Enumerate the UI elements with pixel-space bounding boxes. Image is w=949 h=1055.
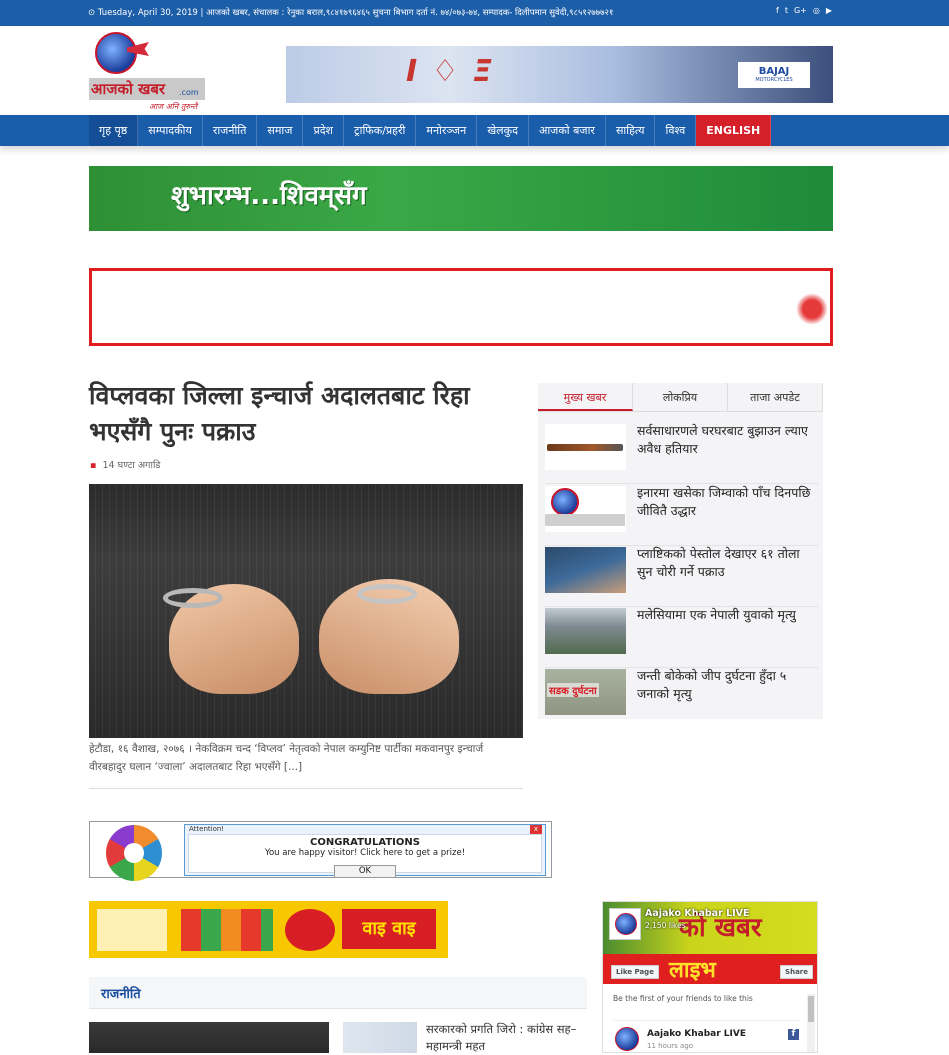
calendar-icon: ▪ <box>90 460 97 471</box>
nav-item-english[interactable]: ENGLISH <box>696 115 772 146</box>
list-item-title[interactable]: प्लाष्टिकको पेस्तोल देखाएर ६१ तोला सुन च… <box>637 545 813 581</box>
facebook-icon[interactable]: f <box>776 6 779 15</box>
globe-icon <box>95 32 137 74</box>
main-headline[interactable]: विप्लवका जिल्ला इन्चार्ज अदालतबाट रिहा भ… <box>89 378 521 450</box>
politics-section-header: राजनीति <box>89 977 587 1009</box>
congrats-dialog: Attention! x CONGRATULATIONS You are hap… <box>184 824 546 878</box>
nav-item-province[interactable]: प्रदेश <box>303 115 345 146</box>
list-item[interactable]: सडक दुर्घटना जन्ती बोकेको जीप दुर्घटना ह… <box>545 667 818 729</box>
twitter-icon[interactable]: t <box>785 6 788 15</box>
like-page-button[interactable]: Like Page <box>611 965 659 979</box>
wai-wai-ad-banner[interactable]: वाइ वाइ <box>89 901 448 958</box>
tab-bar: मुख्य खबर लोकप्रिय ताजा अपडेट <box>538 383 823 412</box>
divider <box>89 788 523 789</box>
post-page-name[interactable]: Aajako Khabar LIVE <box>647 1029 746 1039</box>
tab-main-news[interactable]: मुख्य खबर <box>538 383 633 411</box>
google-plus-icon[interactable]: G+ <box>794 6 807 15</box>
nav-item-market[interactable]: आजको बजार <box>529 115 606 146</box>
list-item-title[interactable]: इनारमा खसेका जिम्वाको पाँच दिनपछि जीवितै… <box>637 484 813 520</box>
top-date: Tuesday, April 30, 2019 <box>97 8 198 18</box>
news-tabs-widget: मुख्य खबर लोकप्रिय ताजा अपडेट सर्वसाधारण… <box>538 383 823 719</box>
nav-item-literature[interactable]: साहित्य <box>606 115 656 146</box>
road-thumbnail[interactable] <box>545 608 626 654</box>
spin-wheel-icon <box>106 825 162 881</box>
main-excerpt: हेटौडा, १६ वैशाख, २०७६ । नेकविक्रम चन्द … <box>89 743 484 773</box>
bajaj-ad-banner[interactable]: Ι ♢ Ξ BAJAJ MOTORCYCLES <box>286 46 833 103</box>
nav-item-entertainment[interactable]: मनोरञ्जन <box>416 115 478 146</box>
tab-popular[interactable]: लोकप्रिय <box>633 383 728 411</box>
site-logo[interactable]: आजको खबर .com आज अनि तुरुन्तै <box>89 30 207 112</box>
ok-button[interactable]: OK <box>334 865 396 878</box>
nav-item-world[interactable]: विश्व <box>655 115 697 146</box>
top-bar: ⊙ Tuesday, April 30, 2019 | आजको खबर, सं… <box>0 0 949 26</box>
list-item[interactable]: सर्वसाधारणले घरघरबाट बुझाउन ल्याए अवैध ह… <box>545 422 818 484</box>
dialog-title: Attention! <box>189 825 225 833</box>
nav-item-society[interactable]: समाज <box>257 115 304 146</box>
youtube-icon[interactable]: ▶ <box>826 6 832 15</box>
friends-like-text: Be the first of your friends to like thi… <box>613 994 753 1003</box>
nav-item-politics[interactable]: राजनीति <box>203 115 258 146</box>
politics-item-title[interactable]: सरकारको प्रगति जिरो : कांग्रेस सह–महामन्… <box>426 1021 586 1055</box>
politics-item-thumbnail[interactable] <box>343 1022 417 1053</box>
prize-popup-ad[interactable]: Attention! x CONGRATULATIONS You are hap… <box>89 821 552 881</box>
social-links: f t G+ ◎ ▶ <box>776 6 832 15</box>
crash-thumbnail[interactable]: सडक दुर्घटना <box>545 669 626 715</box>
clock-icon: ⊙ <box>88 8 96 18</box>
bajaj-ad-graphic: Ι ♢ Ξ <box>406 54 494 89</box>
facebook-post[interactable]: Aajako Khabar LIVE 11 hours ago f <box>613 1020 799 1052</box>
bajaj-logo: BAJAJ MOTORCYCLES <box>738 62 810 88</box>
cover-text-live: लाइभ <box>669 958 716 983</box>
top-info: ⊙ Tuesday, April 30, 2019 | आजको खबर, सं… <box>88 8 614 18</box>
logo-name: आजको खबर <box>91 80 166 98</box>
list-item[interactable]: इनारमा खसेका जिम्वाको पाँच दिनपछि जीवितै… <box>545 484 818 546</box>
page-avatar[interactable] <box>609 908 641 940</box>
list-item[interactable]: प्लाष्टिकको पेस्तोल देखाएर ६१ तोला सुन च… <box>545 545 818 607</box>
instagram-icon[interactable]: ◎ <box>813 6 820 15</box>
top-info-text: आजको खबर, संचालक : रेनुका बराल,९८४१७९६४६… <box>206 8 614 18</box>
facebook-page-widget: को खबर लाइभ Aajako Khabar LIVE 2,150 lik… <box>602 901 818 1053</box>
dialog-heading: CONGRATULATIONS <box>310 837 420 848</box>
nav-item-editorial[interactable]: सम्पादकीय <box>138 115 203 146</box>
ad-mark-icon <box>796 293 828 325</box>
facebook-cover[interactable]: को खबर लाइभ Aajako Khabar LIVE 2,150 lik… <box>603 902 817 984</box>
nav-item-sports[interactable]: खेलकुद <box>477 115 529 146</box>
post-avatar[interactable] <box>615 1027 639 1051</box>
list-item[interactable]: मलेसियामा एक नेपाली युवाको मृत्यु <box>545 606 818 668</box>
close-icon[interactable]: x <box>530 825 542 834</box>
thumb-label: सडक दुर्घटना <box>547 683 599 697</box>
share-button[interactable]: Share <box>780 965 813 979</box>
scrollbar[interactable] <box>807 994 815 1052</box>
logo-tagline: आज अनि तुरुन्तै <box>149 102 198 111</box>
section-title[interactable]: राजनीति <box>101 984 141 1002</box>
wai-wai-logo: वाइ वाइ <box>342 909 436 949</box>
list-item-title[interactable]: मलेसियामा एक नेपाली युवाको मृत्यु <box>637 606 813 624</box>
logo-thumbnail[interactable] <box>545 486 626 532</box>
nav-item-home[interactable]: गृह पृष्ठ <box>89 115 139 146</box>
facebook-likes-count: 2,150 likes <box>645 921 686 930</box>
shivam-ad-text: शुभारम्भ...शिवम्‌सँग <box>171 181 367 211</box>
shivam-ad-banner[interactable]: शुभारम्भ...शिवम्‌सँग <box>89 166 833 231</box>
logo-domain: .com <box>179 88 199 97</box>
post-time: 11 hours ago <box>647 1042 694 1050</box>
list-item-title[interactable]: सर्वसाधारणले घरघरबाट बुझाउन ल्याए अवैध ह… <box>637 422 813 458</box>
facebook-page-name[interactable]: Aajako Khabar LIVE <box>645 908 750 919</box>
red-border-ad-banner[interactable] <box>89 268 833 346</box>
hero-image-handcuffs[interactable] <box>89 484 523 738</box>
dialog-message[interactable]: You are happy visitor! Click here to get… <box>189 848 541 858</box>
list-item-title[interactable]: जन्ती बोकेको जीप दुर्घटना हुँदा ५ जनाको … <box>637 667 813 703</box>
rifle-thumbnail[interactable] <box>545 424 626 470</box>
facebook-icon[interactable]: f <box>788 1029 799 1040</box>
post-time: ▪ 14 घण्टा अगाडि <box>90 460 161 471</box>
nav-item-traffic-police[interactable]: ट्राफिक/प्रहरी <box>344 115 417 146</box>
tab-latest[interactable]: ताजा अपडेट <box>728 383 823 411</box>
main-nav: गृह पृष्ठ सम्पादकीय राजनीति समाज प्रदेश … <box>0 115 949 146</box>
handcuff-thumbnail[interactable] <box>545 547 626 593</box>
politics-main-thumbnail[interactable] <box>89 1022 329 1053</box>
